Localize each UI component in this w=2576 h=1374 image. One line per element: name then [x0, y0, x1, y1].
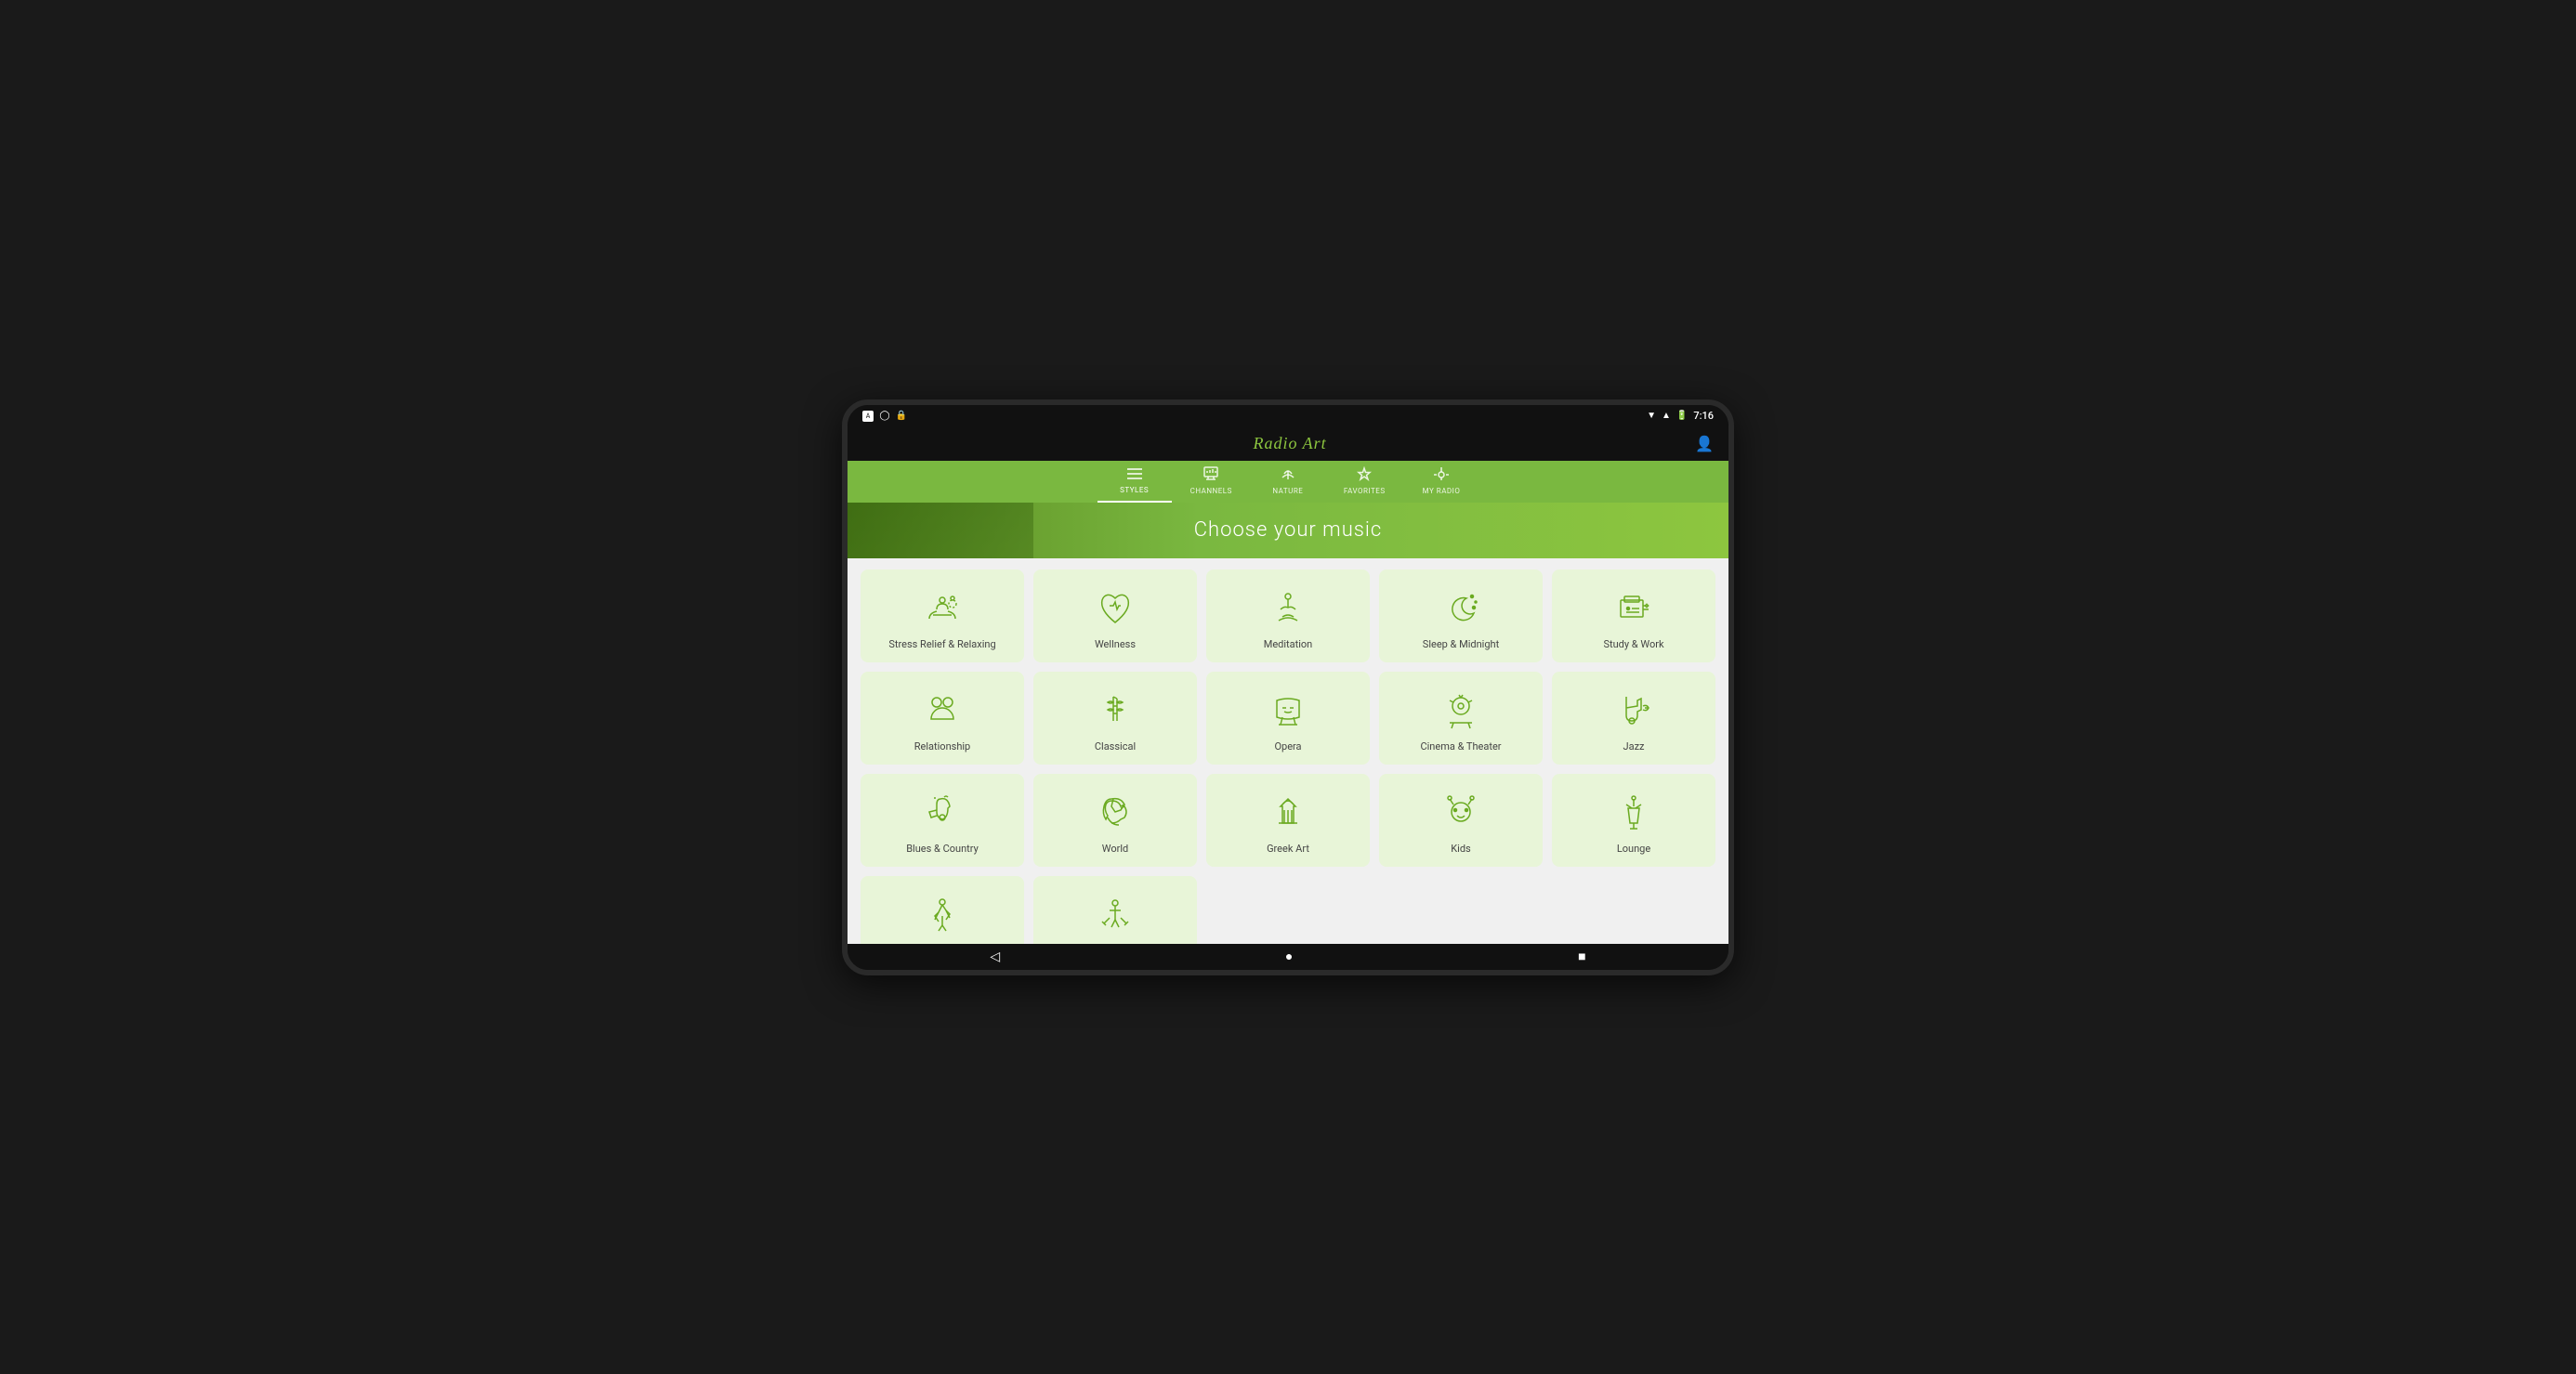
card-label-wellness: Wellness — [1095, 638, 1136, 651]
card-classical[interactable]: Classical — [1033, 672, 1197, 765]
bottom-nav: ◁ ● ■ — [848, 944, 1728, 970]
card-label-world: World — [1102, 843, 1128, 856]
card-world[interactable]: World — [1033, 774, 1197, 867]
status-left-icons: A ◯ 🔒 — [862, 411, 907, 422]
time-display: 7:16 — [1693, 410, 1714, 422]
card-meditation[interactable]: Meditation — [1206, 569, 1370, 662]
card-opera[interactable]: Opera — [1206, 672, 1370, 765]
nav-bar: STYLES CHANNELS NATURE — [848, 461, 1728, 503]
home-button[interactable]: ● — [1285, 949, 1293, 964]
back-button[interactable]: ◁ — [990, 949, 1000, 964]
status-icon-alert: ◯ — [879, 411, 890, 422]
status-bar: A ◯ 🔒 ▼ ▲ 🔋 7:16 — [848, 405, 1728, 427]
user-icon[interactable]: 👤 — [1695, 435, 1714, 452]
nav-item-styles[interactable]: STYLES — [1097, 461, 1172, 503]
tablet-frame: A ◯ 🔒 ▼ ▲ 🔋 7:16 Radio Art 👤 — [842, 399, 1734, 975]
status-icon-a: A — [862, 411, 874, 422]
status-icon-lock: 🔒 — [896, 411, 907, 422]
nav-item-nature[interactable]: NATURE — [1251, 461, 1325, 503]
recent-button[interactable]: ■ — [1578, 949, 1585, 964]
wifi-icon: ▼ — [1647, 411, 1656, 421]
card-stress-relief[interactable]: Stress Relief & Relaxing — [861, 569, 1024, 662]
blues-country-icon — [919, 789, 966, 835]
card-label-kids: Kids — [1451, 843, 1470, 856]
card-label-jazz: Jazz — [1623, 740, 1645, 753]
my-radio-icon — [1433, 466, 1450, 485]
card-label-blues-country: Blues & Country — [906, 843, 979, 856]
card-cinema-theater[interactable]: Cinema & Theater — [1379, 672, 1543, 765]
greek-art-icon — [1265, 789, 1311, 835]
top-bar: Radio Art 👤 — [848, 427, 1728, 461]
card-relationship[interactable]: Relationship — [861, 672, 1024, 765]
meditation-icon — [1265, 584, 1311, 631]
card-label-cinema-theater: Cinema & Theater — [1420, 740, 1501, 753]
dance-icon — [919, 891, 966, 937]
nav-item-favorites[interactable]: FAVORITES — [1325, 461, 1404, 503]
jazz-icon — [1610, 687, 1657, 733]
hero-title: Choose your music — [1194, 518, 1382, 542]
card-greek-art[interactable]: Greek Art — [1206, 774, 1370, 867]
card-label-opera: Opera — [1274, 740, 1301, 753]
card-jazz[interactable]: Jazz — [1552, 672, 1715, 765]
nav-label-channels: CHANNELS — [1190, 487, 1232, 495]
nav-label-styles: STYLES — [1120, 486, 1149, 494]
card-wellness[interactable]: Wellness — [1033, 569, 1197, 662]
card-label-stress-relief: Stress Relief & Relaxing — [888, 638, 995, 651]
card-workout[interactable]: Workout — [1033, 876, 1197, 943]
lounge-icon — [1610, 789, 1657, 835]
status-right-icons: ▼ ▲ 🔋 7:16 — [1647, 410, 1714, 422]
classical-icon — [1092, 687, 1138, 733]
card-label-sleep-midnight: Sleep & Midnight — [1423, 638, 1499, 651]
cinema-theater-icon — [1438, 687, 1484, 733]
signal-icon: ▲ — [1662, 411, 1671, 421]
app-title: Radio Art — [1253, 434, 1326, 453]
content-area: Stress Relief & Relaxing Wellness — [848, 558, 1728, 944]
channels-icon — [1203, 466, 1219, 485]
hero-banner: Choose your music — [848, 503, 1728, 558]
card-blues-country[interactable]: Blues & Country — [861, 774, 1024, 867]
world-icon — [1092, 789, 1138, 835]
nav-label-favorites: FAVORITES — [1344, 487, 1386, 495]
card-label-greek-art: Greek Art — [1267, 843, 1309, 856]
nav-item-my-radio[interactable]: MY RADIO — [1404, 461, 1479, 503]
relationship-icon — [919, 687, 966, 733]
card-dance[interactable]: Dance — [861, 876, 1024, 943]
app-container: Radio Art 👤 STYLES CH — [848, 427, 1728, 970]
battery-icon: 🔋 — [1676, 411, 1688, 421]
wellness-icon — [1092, 584, 1138, 631]
nav-item-channels[interactable]: CHANNELS — [1172, 461, 1251, 503]
card-sleep-midnight[interactable]: Sleep & Midnight — [1379, 569, 1543, 662]
hero-bg-decoration — [848, 503, 1033, 558]
nature-icon — [1280, 466, 1296, 485]
opera-icon — [1265, 687, 1311, 733]
nav-label-my-radio: MY RADIO — [1423, 487, 1461, 495]
card-label-lounge: Lounge — [1617, 843, 1650, 856]
stress-relief-icon — [919, 584, 966, 631]
card-label-relationship: Relationship — [914, 740, 970, 753]
nav-label-nature: NATURE — [1272, 487, 1303, 495]
card-kids[interactable]: Kids — [1379, 774, 1543, 867]
styles-icon — [1126, 466, 1143, 484]
card-label-study-work: Study & Work — [1603, 638, 1663, 651]
study-work-icon — [1610, 584, 1657, 631]
music-styles-grid: Stress Relief & Relaxing Wellness — [861, 569, 1715, 944]
kids-icon — [1438, 789, 1484, 835]
sleep-midnight-icon — [1438, 584, 1484, 631]
card-label-meditation: Meditation — [1264, 638, 1313, 651]
favorites-icon — [1356, 466, 1373, 485]
card-lounge[interactable]: Lounge — [1552, 774, 1715, 867]
card-label-classical: Classical — [1095, 740, 1136, 753]
card-study-work[interactable]: Study & Work — [1552, 569, 1715, 662]
workout-icon — [1092, 891, 1138, 937]
